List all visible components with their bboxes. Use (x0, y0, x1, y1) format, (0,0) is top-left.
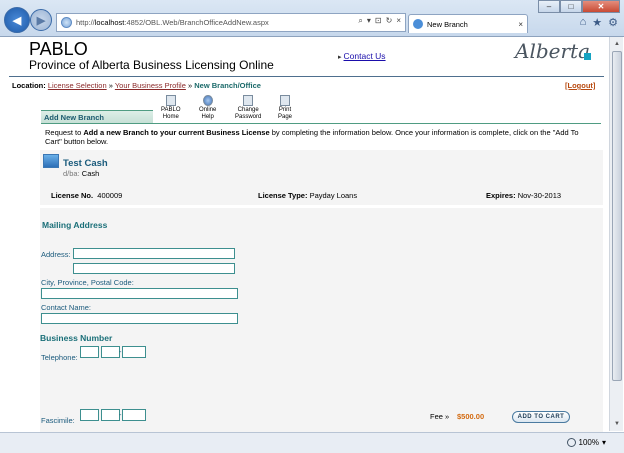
scroll-down-icon[interactable]: ▼ (611, 418, 623, 430)
browser-tab[interactable]: New Branch × (408, 14, 528, 33)
tab-title: New Branch (427, 19, 468, 29)
city-province-postal-label: City, Province, Postal Code: (41, 278, 134, 287)
section-title: Add New Branch (41, 110, 153, 123)
fax-label: Fascimile: (41, 416, 75, 425)
browser-right-icons: ⌂ ★ ⚙ (580, 16, 618, 29)
breadcrumb-separator: » (187, 81, 193, 90)
minimize-button[interactable]: – (538, 0, 560, 13)
zoom-dropdown-icon[interactable]: ▾ (602, 438, 606, 447)
pablo-home-button[interactable]: PABLO Home (161, 95, 181, 121)
page-content: PABLO Province of Alberta Business Licen… (0, 37, 609, 432)
alberta-logo-square-icon (584, 53, 591, 60)
license-expiry: Expires: Nov-30-2013 (486, 191, 562, 200)
breadcrumb-label: Location: (12, 81, 46, 90)
address-line2-input[interactable] (73, 263, 235, 274)
stop-icon[interactable]: × (396, 16, 401, 26)
page-globe-icon (61, 17, 72, 28)
address-line1-input[interactable] (73, 248, 235, 259)
window-controls: – □ ✕ (538, 0, 620, 13)
change-password-button[interactable]: Change Password (235, 95, 261, 121)
branch-form: Mailing Address Address: City, Province,… (40, 208, 603, 432)
breadcrumb-business-profile[interactable]: Your Business Profile (115, 81, 186, 90)
business-dba: d/ba: Cash (63, 169, 100, 178)
online-help-button[interactable]: Online Help (199, 95, 216, 121)
fax-area-input[interactable] (80, 409, 99, 421)
fax-line-input[interactable] (122, 409, 146, 421)
app-subtitle: Province of Alberta Business Licensing O… (29, 58, 274, 72)
mailing-address-heading: Mailing Address (42, 220, 108, 230)
scroll-thumb[interactable] (612, 51, 622, 381)
breadcrumb-license-selection[interactable]: License Selection (48, 81, 107, 90)
license-type: License Type: Payday Loans (258, 191, 358, 200)
fee-label: Fee » (430, 412, 450, 421)
home-page-icon (165, 95, 176, 106)
refresh-icon[interactable]: ↻ (386, 16, 393, 26)
section-divider (41, 123, 601, 124)
forward-arrow-icon[interactable]: ▶ (30, 9, 52, 31)
gear-icon[interactable]: ⚙ (608, 16, 618, 29)
license-number: License No. 400009 (51, 191, 123, 200)
header-divider (9, 76, 604, 77)
logout-link[interactable]: [Logout] (565, 81, 595, 90)
alberta-logo: Alberta (515, 39, 590, 63)
print-page-button[interactable]: Print Page (278, 95, 292, 121)
password-key-icon (243, 95, 254, 106)
address-label: Address: (41, 250, 71, 259)
breadcrumb-current: New Branch/Office (194, 81, 261, 90)
dropdown-icon[interactable]: ▾ (367, 16, 371, 26)
breadcrumb-separator: » (108, 81, 113, 90)
close-window-button[interactable]: ✕ (582, 0, 620, 13)
telephone-line-input[interactable] (122, 346, 146, 358)
intro-text: Request to Add a new Branch to your curr… (45, 128, 579, 146)
search-icon[interactable]: ⌕ (358, 16, 362, 26)
telephone-area-input[interactable] (80, 346, 99, 358)
address-tools: ⌕ ▾ ⊡ ↻ × (358, 16, 401, 26)
contact-us-link[interactable]: Contact Us (338, 51, 386, 61)
app-name: PABLO (29, 39, 88, 59)
compatibility-view-icon[interactable]: ⊡ (375, 16, 382, 26)
business-summary: Test Cash d/ba: Cash License No. 400009 … (40, 150, 603, 205)
fax-prefix-input[interactable] (101, 409, 120, 421)
breadcrumb: Location: License Selection » Your Busin… (12, 81, 261, 90)
telephone-prefix-input[interactable] (101, 346, 120, 358)
help-globe-icon (202, 95, 213, 106)
vertical-scrollbar[interactable]: ▲ ▼ (609, 37, 623, 431)
address-url: http://localhost:4852/OBL.Web/BranchOffi… (76, 18, 269, 27)
favorites-star-icon[interactable]: ★ (592, 16, 602, 29)
status-bar: 100% ▾ (0, 432, 624, 453)
scroll-up-icon[interactable]: ▲ (611, 38, 623, 50)
home-icon[interactable]: ⌂ (580, 16, 587, 29)
city-province-postal-input[interactable] (41, 288, 238, 299)
zoom-level: 100% (578, 438, 599, 447)
contact-name-label: Contact Name: (41, 303, 92, 312)
business-name: Test Cash (63, 158, 108, 169)
browser-tab-icon (413, 19, 423, 29)
contact-name-input[interactable] (41, 313, 238, 324)
back-arrow-icon[interactable]: ◀ (4, 7, 30, 33)
zoom-magnifier-icon (566, 438, 576, 447)
browser-toolbar: ◀ ▶ http://localhost:4852/OBL.Web/Branch… (0, 0, 624, 37)
zoom-control[interactable]: 100% ▾ (566, 438, 606, 447)
telephone-label: Telephone: (41, 353, 78, 362)
tab-close-icon[interactable]: × (518, 20, 523, 29)
printer-icon (280, 95, 290, 106)
address-bar[interactable]: http://localhost:4852/OBL.Web/BranchOffi… (56, 13, 406, 32)
business-building-icon (43, 154, 59, 168)
fee-amount: $500.00 (457, 412, 485, 421)
maximize-button[interactable]: □ (560, 0, 582, 13)
add-to-cart-button[interactable]: ADD TO CART (512, 411, 570, 423)
business-number-heading: Business Number (40, 333, 113, 343)
